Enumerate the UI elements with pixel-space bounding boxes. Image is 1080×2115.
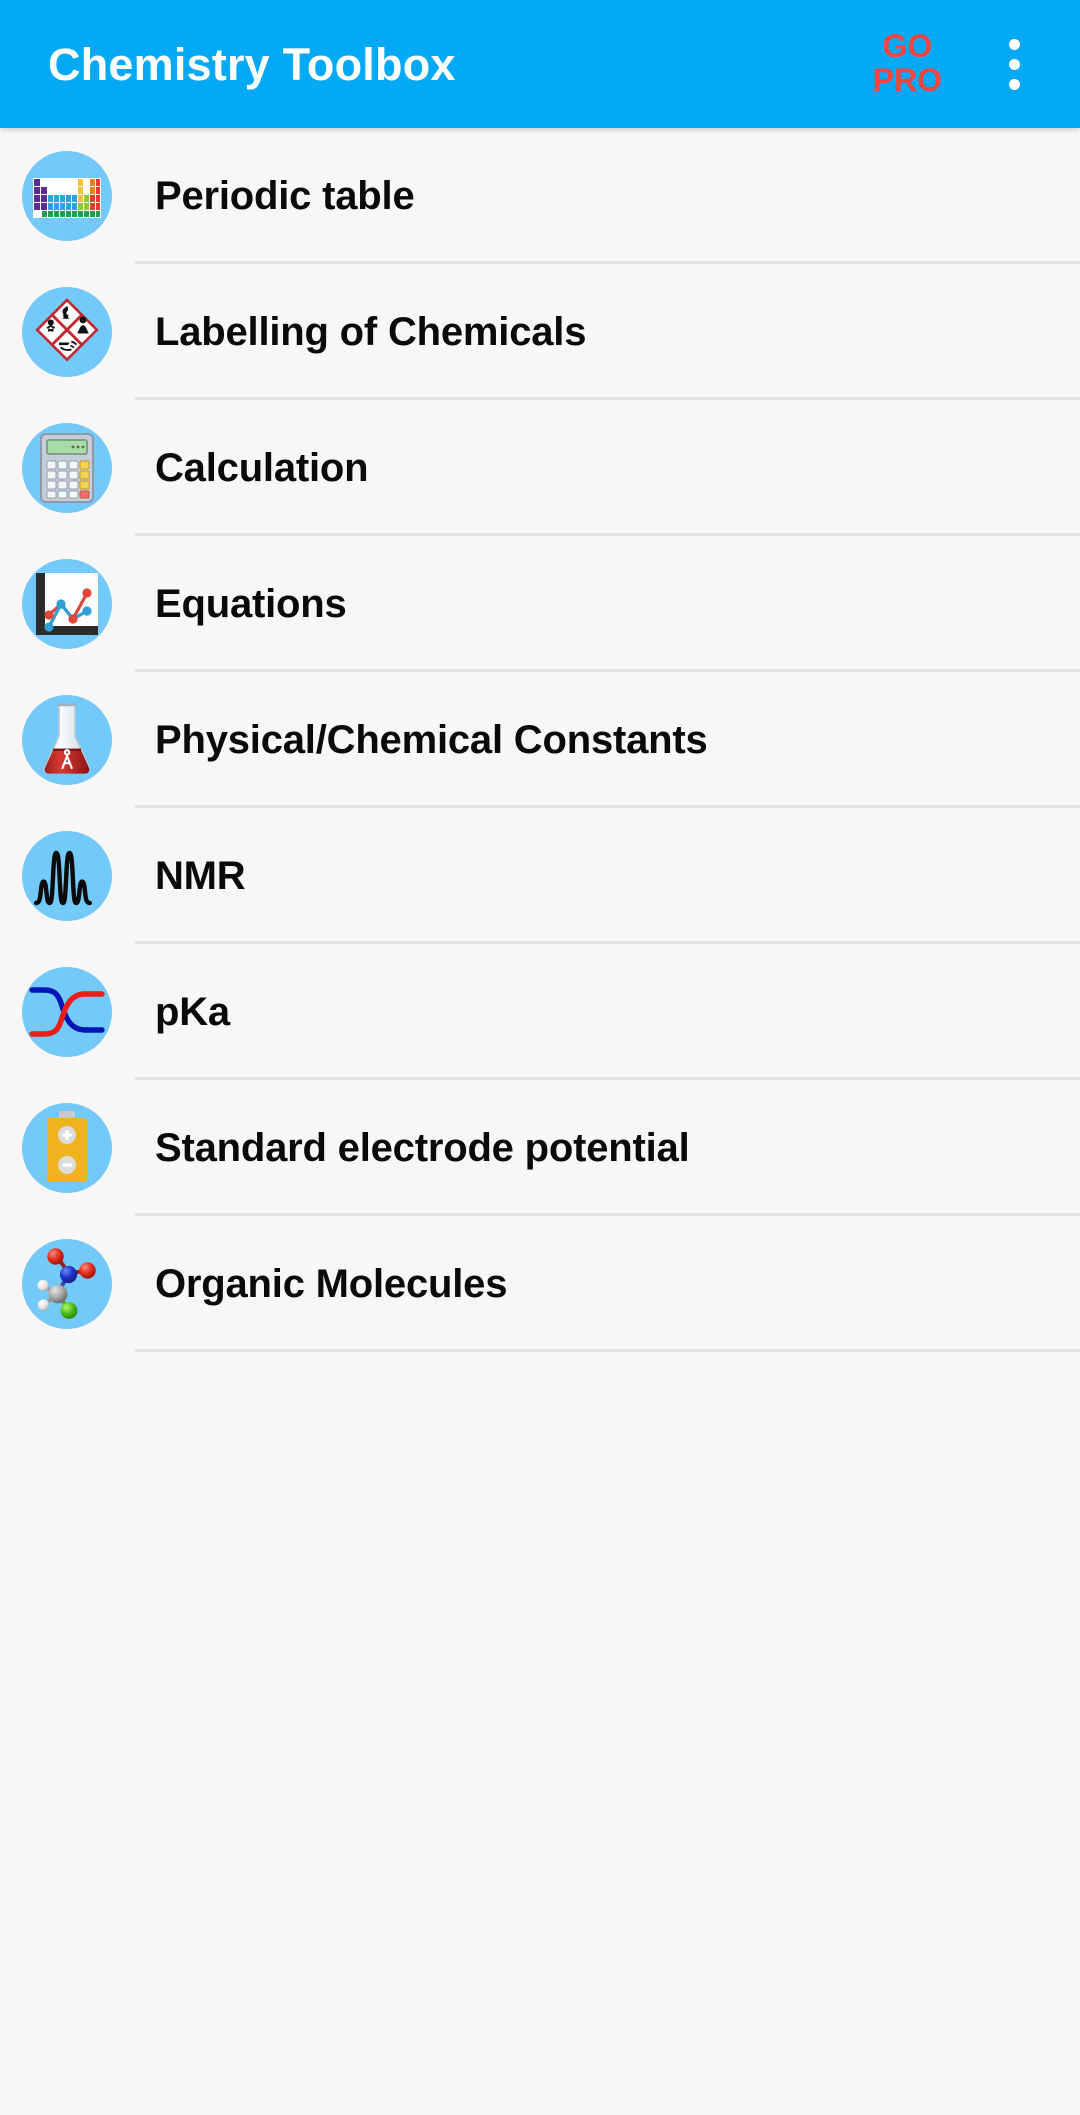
app-bar: Chemistry Toolbox GO PRO: [0, 0, 1080, 128]
go-pro-button[interactable]: GO PRO: [863, 28, 952, 98]
list-item-periodic-table[interactable]: Periodic table: [0, 128, 1080, 264]
menu-dot: [1008, 78, 1020, 90]
line-chart-icon: [22, 559, 112, 649]
page-title: Chemistry Toolbox: [48, 38, 456, 90]
list-item-labelling-of-chemicals[interactable]: Labelling of Chemicals: [0, 264, 1080, 400]
main-menu-list: Periodic table Labelling of Chemicals Ca…: [0, 128, 1080, 1772]
list-item-label: Equations: [155, 581, 347, 626]
list-item-pka[interactable]: pKa: [0, 944, 1080, 1080]
battery-icon: [22, 1103, 112, 1193]
list-item-label: Periodic table: [155, 173, 415, 218]
app-root: Chemistry Toolbox GO PRO Periodic table …: [0, 0, 1080, 2115]
ghs-hazard-pictograms-icon: [22, 287, 112, 377]
menu-dot: [1008, 38, 1020, 50]
list-item-label: pKa: [155, 989, 230, 1034]
list-item-label: Labelling of Chemicals: [155, 309, 587, 354]
more-vertical-icon[interactable]: [970, 16, 1058, 112]
list-item-organic-molecules[interactable]: Organic Molecules: [0, 1216, 1080, 1352]
list-item-equations[interactable]: Equations: [0, 536, 1080, 672]
list-item-label: NMR: [155, 853, 246, 898]
molecule-ball-and-stick-icon: [22, 1239, 112, 1329]
periodic-table-icon: [22, 151, 112, 241]
list-item-label: Physical/Chemical Constants: [155, 717, 708, 762]
erlenmeyer-flask-icon: [22, 695, 112, 785]
nmr-spectrum-peaks-icon: [22, 831, 112, 921]
list-item-nmr[interactable]: NMR: [0, 808, 1080, 944]
list-item-standard-electrode-potential[interactable]: Standard electrode potential: [0, 1080, 1080, 1216]
list-item-label: Standard electrode potential: [155, 1125, 690, 1170]
list-item-calculation[interactable]: Calculation: [0, 400, 1080, 536]
row-divider: [135, 1349, 1080, 1352]
calculator-icon: [22, 423, 112, 513]
titration-curves-icon: [22, 967, 112, 1057]
list-empty-space: [0, 1352, 1080, 1772]
list-item-label: Calculation: [155, 445, 369, 490]
list-item-physical-chemical-constants[interactable]: Physical/Chemical Constants: [0, 672, 1080, 808]
go-pro-line-2: PRO: [872, 62, 942, 98]
go-pro-line-1: GO: [882, 28, 933, 65]
list-item-label: Organic Molecules: [155, 1261, 508, 1306]
menu-dot: [1008, 58, 1020, 70]
